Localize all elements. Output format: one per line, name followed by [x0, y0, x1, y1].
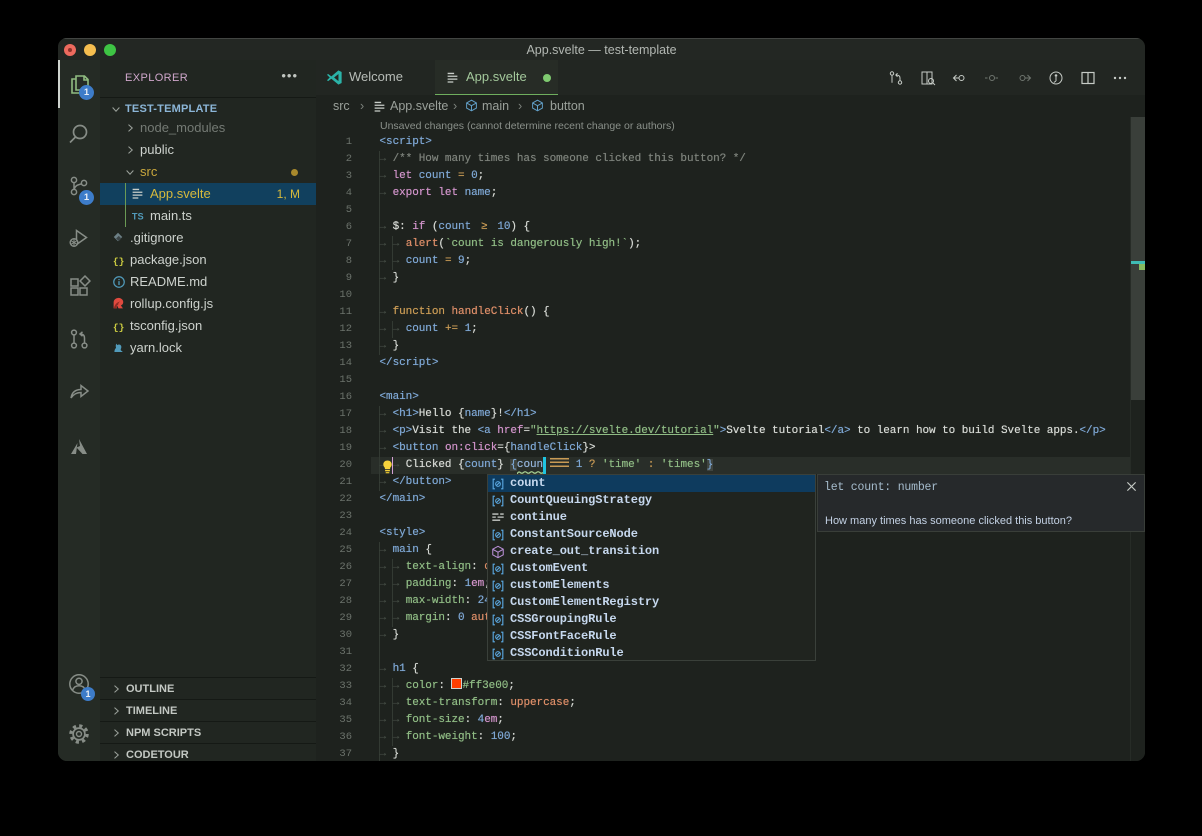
svg-text:{}: {} — [113, 322, 125, 333]
svg-text:{}: {} — [113, 256, 125, 267]
svg-text:TS: TS — [132, 212, 144, 222]
